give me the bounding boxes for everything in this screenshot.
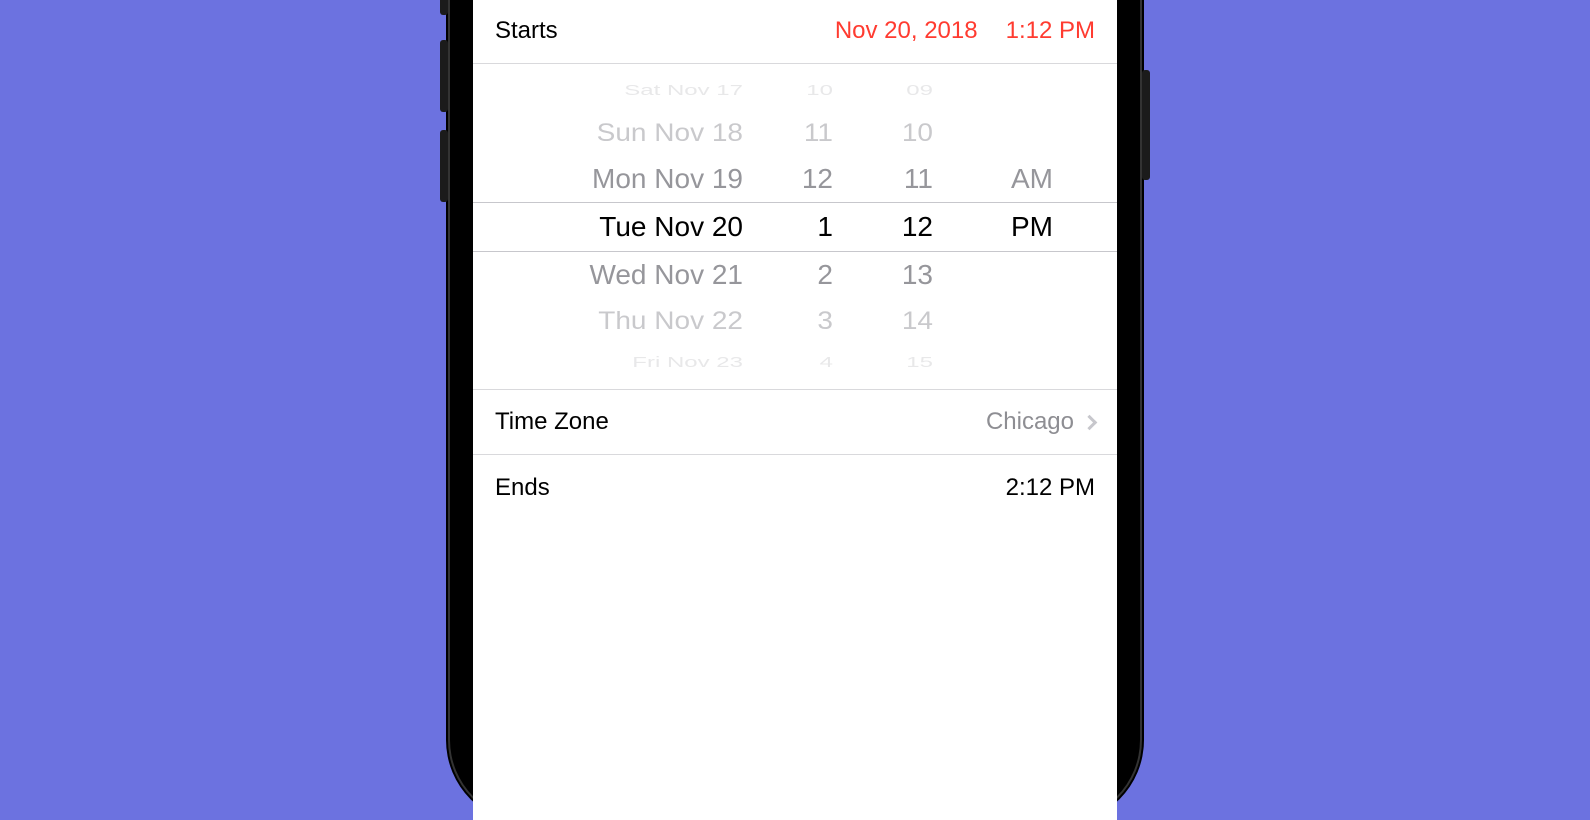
picker-item[interactable]: 14 — [833, 299, 933, 344]
starts-label: Starts — [495, 17, 558, 45]
time-zone-row[interactable]: Time Zone Chicago — [473, 390, 1117, 455]
picker-item[interactable]: Sat Nov 17 — [493, 76, 743, 106]
picker-ampm-column[interactable]: AM PM — [933, 64, 1053, 389]
volume-down-button — [440, 130, 448, 202]
picker-item[interactable]: 2 — [743, 251, 833, 300]
picker-item-selected[interactable]: Tue Nov 20 — [493, 202, 743, 252]
picker-item[interactable]: 10 — [743, 76, 833, 106]
picker-item[interactable]: 11 — [833, 155, 933, 204]
picker-item[interactable]: AM — [933, 155, 1053, 204]
starts-row[interactable]: Starts Nov 20, 2018 1:12 PM — [473, 0, 1117, 64]
ends-value: 2:12 PM — [1006, 474, 1095, 502]
picker-minute-column[interactable]: 09 10 11 12 13 14 15 — [833, 64, 933, 389]
time-zone-value-text: Chicago — [986, 408, 1074, 436]
picker-hour-column[interactable]: 10 11 12 1 2 3 4 — [743, 64, 833, 389]
picker-item[interactable]: 09 — [833, 76, 933, 106]
picker-item[interactable]: Fri Nov 23 — [493, 348, 743, 378]
ends-label: Ends — [495, 474, 550, 502]
picker-item[interactable]: 11 — [743, 111, 833, 156]
picker-item[interactable]: 3 — [743, 299, 833, 344]
picker-item[interactable]: 10 — [833, 111, 933, 156]
starts-value: Nov 20, 2018 1:12 PM — [835, 17, 1095, 45]
time-zone-value: Chicago — [986, 408, 1095, 436]
picker-item-selected[interactable]: 1 — [743, 202, 833, 252]
picker-item[interactable]: Wed Nov 21 — [493, 251, 743, 300]
picker-item[interactable]: Sun Nov 18 — [493, 111, 743, 156]
picker-item[interactable]: Thu Nov 22 — [493, 299, 743, 344]
starts-time: 1:12 PM — [1006, 17, 1095, 44]
picker-item[interactable]: 4 — [743, 348, 833, 378]
starts-date: Nov 20, 2018 — [835, 17, 978, 44]
phone-device-frame: All-day Starts Nov 20, 20181:12 PM Sat N… — [450, 0, 1140, 820]
picker-date-column[interactable]: Sat Nov 17 Sun Nov 18 Mon Nov 19 Tue Nov… — [493, 64, 743, 389]
picker-item[interactable]: 13 — [833, 251, 933, 300]
picker-item-selected[interactable]: PM — [933, 202, 1053, 252]
chevron-right-icon — [1082, 414, 1098, 430]
picker-item[interactable]: Mon Nov 19 — [493, 155, 743, 204]
phone-screen: All-day Starts Nov 20, 20181:12 PM Sat N… — [473, 0, 1117, 820]
ends-row[interactable]: Ends 2:12 PM — [473, 455, 1117, 520]
mute-switch — [440, 0, 448, 15]
picker-item[interactable]: 12 — [743, 155, 833, 204]
picker-item[interactable]: 15 — [833, 348, 933, 378]
volume-up-button — [440, 40, 448, 112]
picker-item-selected[interactable]: 12 — [833, 202, 933, 252]
side-button — [1142, 70, 1150, 180]
datetime-picker[interactable]: Sat Nov 17 Sun Nov 18 Mon Nov 19 Tue Nov… — [473, 64, 1117, 390]
time-zone-label: Time Zone — [495, 408, 609, 436]
